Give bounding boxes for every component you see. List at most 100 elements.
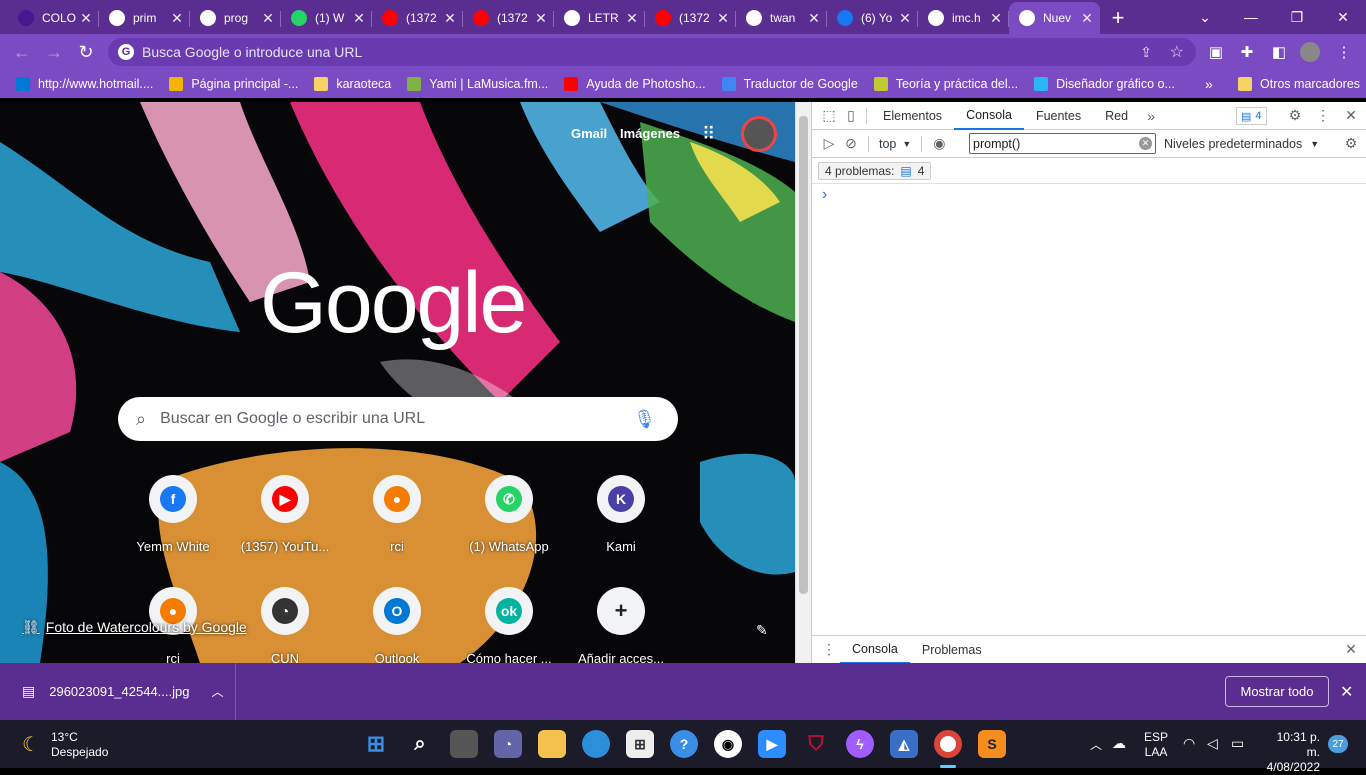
background-credit-link[interactable]: ⛓ Foto de Watercolours by Google [22, 619, 247, 636]
device-toolbar-icon[interactable]: ▯ [840, 105, 862, 127]
shortcut-tile[interactable]: K Kami [565, 475, 677, 575]
scrollbar-thumb[interactable] [799, 116, 808, 594]
browser-tab[interactable]: Nuev ✕ [1009, 2, 1100, 34]
browser-tab[interactable]: LETR ✕ [554, 2, 645, 34]
console-filter-input[interactable]: prompt() ✕ [969, 133, 1156, 154]
browser-tab[interactable]: (1372 ✕ [372, 2, 463, 34]
close-tab-icon[interactable]: ✕ [261, 10, 275, 27]
devtools-tab[interactable]: Red [1093, 102, 1140, 130]
minimize-button[interactable]: — [1228, 0, 1274, 34]
weather-widget[interactable]: 13°C Despejado [51, 730, 108, 760]
browser-tab[interactable]: prog ✕ [190, 2, 281, 34]
show-all-button[interactable]: Mostrar todo [1225, 676, 1329, 707]
sidebar-toggle-icon[interactable]: ▷ [818, 133, 840, 155]
browser-tab[interactable]: COLO ✕ [8, 2, 99, 34]
new-tab-button[interactable]: + [1100, 2, 1136, 34]
customize-pencil-icon[interactable]: ✎ [756, 622, 768, 639]
menu-icon[interactable]: ⋮ [1334, 42, 1354, 62]
bookmarks-overflow-icon[interactable]: » [1205, 76, 1213, 92]
wifi-icon[interactable]: ◠ [1183, 735, 1195, 752]
more-tabs-icon[interactable]: » [1140, 105, 1162, 127]
close-tab-icon[interactable]: ✕ [534, 10, 548, 27]
language-indicator[interactable]: ESP LAA [1144, 730, 1168, 760]
bookmark-item[interactable]: Diseñador gráfico o... [1026, 77, 1183, 91]
onedrive-icon[interactable]: ☁ [1112, 735, 1126, 752]
shortcut-tile[interactable]: f Yemm White [117, 475, 229, 575]
images-link[interactable]: Imágenes [620, 126, 680, 141]
back-button[interactable]: ← [6, 36, 38, 68]
microphone-icon[interactable]: 🎙 [633, 409, 656, 430]
download-item[interactable]: ▤ 296023091_42544....jpg ︿ [0, 663, 236, 720]
drawer-tab[interactable]: Problemas [910, 636, 994, 664]
notification-badge[interactable]: 27 [1328, 735, 1348, 753]
shortcut-tile[interactable]: ✆ (1) WhatsApp [453, 475, 565, 575]
account-avatar[interactable] [741, 116, 777, 152]
bookmark-item[interactable]: Teoría y práctica del... [866, 77, 1026, 91]
windows-start-icon[interactable]: ⊞ [362, 730, 390, 758]
ntp-search-box[interactable]: ⌕ Buscar en Google o escribir una URL 🎙 [118, 397, 678, 441]
file-explorer-icon[interactable] [538, 730, 566, 758]
volume-icon[interactable]: ◁ [1207, 735, 1218, 752]
devtools-tab[interactable]: Consola [954, 102, 1024, 130]
show-hidden-icons-icon[interactable]: ︿ [1090, 736, 1102, 753]
issues-badge[interactable]: ▤ 4 [1236, 107, 1267, 125]
browser-tab[interactable]: (1372 ✕ [645, 2, 736, 34]
drawer-tab[interactable]: Consola [840, 636, 910, 664]
context-selector[interactable]: top ▼ [875, 137, 915, 151]
chrome-icon[interactable] [934, 730, 962, 758]
close-window-button[interactable]: ✕ [1320, 0, 1366, 34]
edge-icon[interactable] [582, 730, 610, 758]
chevron-up-icon[interactable]: ︿ [211, 683, 223, 700]
omnibox[interactable]: G Busca Google o introduce una URL ⇪ ☆ [108, 38, 1196, 66]
clock[interactable]: 10:31 p. m. 4/08/2022 [1262, 730, 1320, 775]
reload-button[interactable]: ↻ [70, 36, 102, 68]
puzzle-icon[interactable]: ✚ [1237, 42, 1257, 62]
bookmark-item[interactable]: Ayuda de Photosho... [556, 77, 713, 91]
devtools-settings-icon[interactable]: ⚙ [1284, 105, 1306, 127]
sublime-text-icon[interactable]: S [978, 730, 1006, 758]
other-bookmarks[interactable]: Otros marcadores [1230, 77, 1366, 91]
forward-button[interactable]: → [38, 36, 70, 68]
store-icon[interactable]: ⊞ [626, 730, 654, 758]
share-icon[interactable]: ⇪ [1140, 44, 1152, 61]
bookmark-item[interactable]: http://www.hotmail.... [8, 77, 161, 91]
browser-tab[interactable]: imc.h ✕ [918, 2, 1009, 34]
close-tab-icon[interactable]: ✕ [79, 10, 93, 27]
teams-chat-icon[interactable]: ◔ [494, 730, 522, 758]
browser-tab[interactable]: (1) W ✕ [281, 2, 372, 34]
close-tab-icon[interactable]: ✕ [352, 10, 366, 27]
close-download-shelf-icon[interactable]: ✕ [1340, 682, 1353, 702]
devtools-tab[interactable]: Fuentes [1024, 102, 1093, 130]
bookmark-star-icon[interactable]: ☆ [1170, 42, 1184, 62]
browser-tab[interactable]: (1372 ✕ [463, 2, 554, 34]
devtools-tab[interactable]: Elementos [871, 102, 954, 130]
drawer-menu-icon[interactable]: ⋮ [818, 639, 840, 661]
shortcut-tile[interactable]: ok Cómo hacer ... [453, 587, 565, 663]
zoom-icon[interactable]: ▶ [758, 730, 786, 758]
bookmark-item[interactable]: Traductor de Google [714, 77, 866, 91]
github-icon[interactable]: ◉ [714, 730, 742, 758]
console-settings-icon[interactable]: ⚙ [1340, 133, 1362, 155]
search-icon[interactable]: ⌕ [406, 730, 434, 758]
problems-button[interactable]: 4 problemas: ▤ 4 [818, 161, 932, 180]
help-icon[interactable]: ? [670, 730, 698, 758]
shortcut-tile[interactable]: ● rci [341, 475, 453, 575]
clear-filter-icon[interactable]: ✕ [1139, 137, 1152, 150]
close-tab-icon[interactable]: ✕ [625, 10, 639, 27]
tab-search-icon[interactable]: ⌄ [1182, 0, 1228, 34]
clear-console-icon[interactable]: ⊘ [840, 133, 862, 155]
drawer-close-icon[interactable]: ✕ [1340, 639, 1362, 661]
close-tab-icon[interactable]: ✕ [898, 10, 912, 27]
extension-icon[interactable]: ▣ [1206, 42, 1226, 62]
devtools-close-icon[interactable]: ✕ [1340, 105, 1362, 127]
bookmark-item[interactable]: Yami | LaMusica.fm... [399, 77, 556, 91]
photos-icon[interactable]: ◭ [890, 730, 918, 758]
bookmark-item[interactable]: Página principal -... [161, 77, 306, 91]
battery-icon[interactable]: ▭ [1231, 735, 1244, 752]
close-tab-icon[interactable]: ✕ [170, 10, 184, 27]
messenger-icon[interactable]: ϟ [846, 730, 874, 758]
close-tab-icon[interactable]: ✕ [443, 10, 457, 27]
close-tab-icon[interactable]: ✕ [716, 10, 730, 27]
close-tab-icon[interactable]: ✕ [807, 10, 821, 27]
console-prompt[interactable]: › [812, 184, 1366, 206]
